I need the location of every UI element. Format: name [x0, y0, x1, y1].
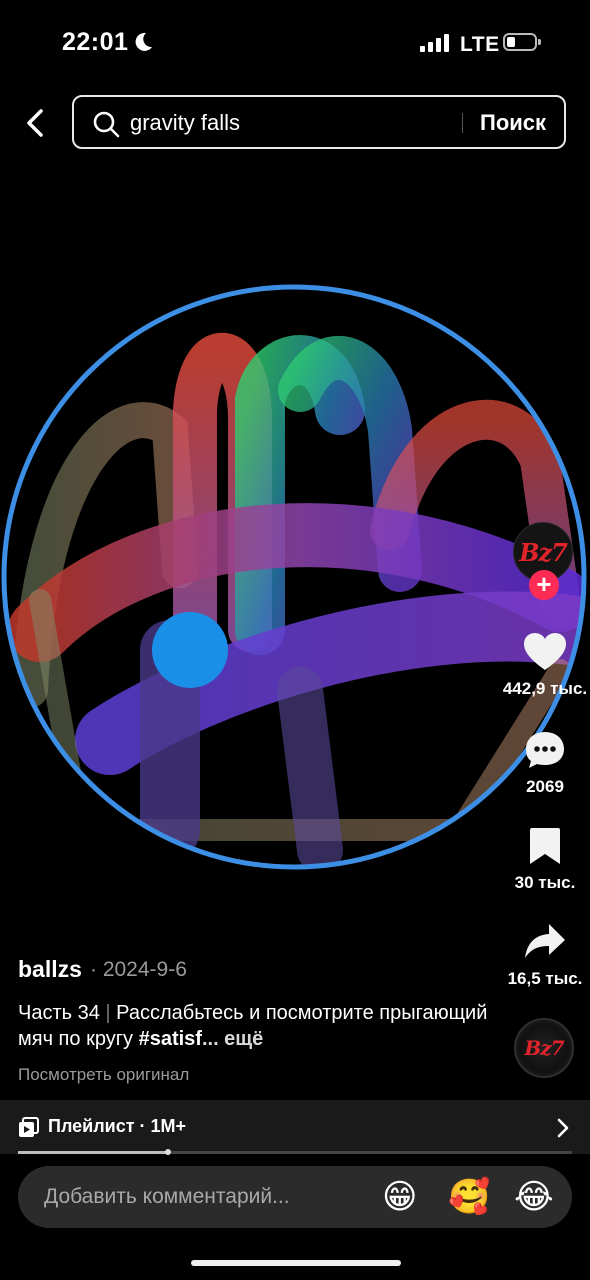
playlist-label: Плейлист · 1M+ — [48, 1116, 187, 1136]
status-time: 22:01 — [62, 28, 129, 56]
share-button[interactable]: 16,5 тыс. — [500, 922, 590, 989]
follow-button[interactable]: + — [529, 570, 559, 600]
author-name[interactable]: ballzs — [18, 956, 82, 983]
music-disc[interactable]: Bz7 — [514, 1018, 574, 1078]
search-divider — [462, 113, 463, 133]
heart-icon — [524, 633, 566, 670]
video-player[interactable] — [0, 270, 590, 890]
caption[interactable]: Часть 34 | Расслабьтесь и посмотрите пры… — [18, 1000, 488, 1052]
video-progress-handle[interactable] — [164, 1149, 171, 1155]
playlist-icon — [18, 1117, 40, 1144]
comment-icon — [526, 732, 564, 768]
share-count: 16,5 тыс. — [507, 969, 583, 988]
home-indicator[interactable] — [191, 1260, 401, 1266]
battery-icon — [503, 33, 541, 51]
bookmark-button[interactable]: 30 тыс. — [500, 826, 590, 893]
emoji-grin-button[interactable]: 😁 — [382, 1175, 417, 1219]
moon-icon — [132, 31, 154, 58]
avatar-text: Bz7 — [519, 537, 568, 567]
chevron-right-icon — [556, 1117, 570, 1144]
view-original-link[interactable]: Посмотреть оригинал — [18, 1065, 189, 1085]
playlist-bar[interactable]: Плейлист · 1M+ — [0, 1100, 590, 1154]
bookmark-icon — [530, 828, 560, 864]
save-count: 30 тыс. — [514, 873, 576, 892]
like-button[interactable]: 442,9 тыс. — [500, 632, 590, 699]
back-button[interactable] — [18, 104, 52, 142]
caption-part: Часть 34 — [18, 1002, 100, 1024]
caption-more[interactable]: ... ещё — [202, 1028, 263, 1050]
comment-bar[interactable]: Добавить комментарий... 😁 🥰 😂 — [18, 1166, 572, 1228]
search-icon — [92, 110, 120, 143]
post-date: · 2024-9-6 — [90, 958, 187, 981]
share-icon — [525, 924, 565, 958]
signal-icon — [420, 34, 452, 57]
caption-separator: | — [105, 1002, 111, 1024]
music-disc-text: Bz7 — [524, 1036, 564, 1060]
comment-count: 2069 — [526, 777, 564, 796]
search-submit-button[interactable]: Поиск — [480, 110, 546, 136]
network-label: LTE — [460, 33, 500, 56]
emoji-laugh-button[interactable]: 😂 — [514, 1175, 554, 1219]
emoji-love-button[interactable]: 🥰 — [448, 1175, 490, 1219]
search-bar[interactable]: gravity falls Поиск — [72, 95, 566, 149]
comment-input[interactable]: Добавить комментарий... — [44, 1185, 290, 1209]
like-count: 442,9 тыс. — [502, 679, 588, 698]
caption-hashtag[interactable]: #satisf — [139, 1028, 202, 1050]
video-progress-fill — [18, 1151, 168, 1154]
comment-button[interactable]: 2069 — [500, 730, 590, 797]
search-input[interactable]: gravity falls — [130, 110, 240, 136]
back-icon — [27, 109, 43, 137]
